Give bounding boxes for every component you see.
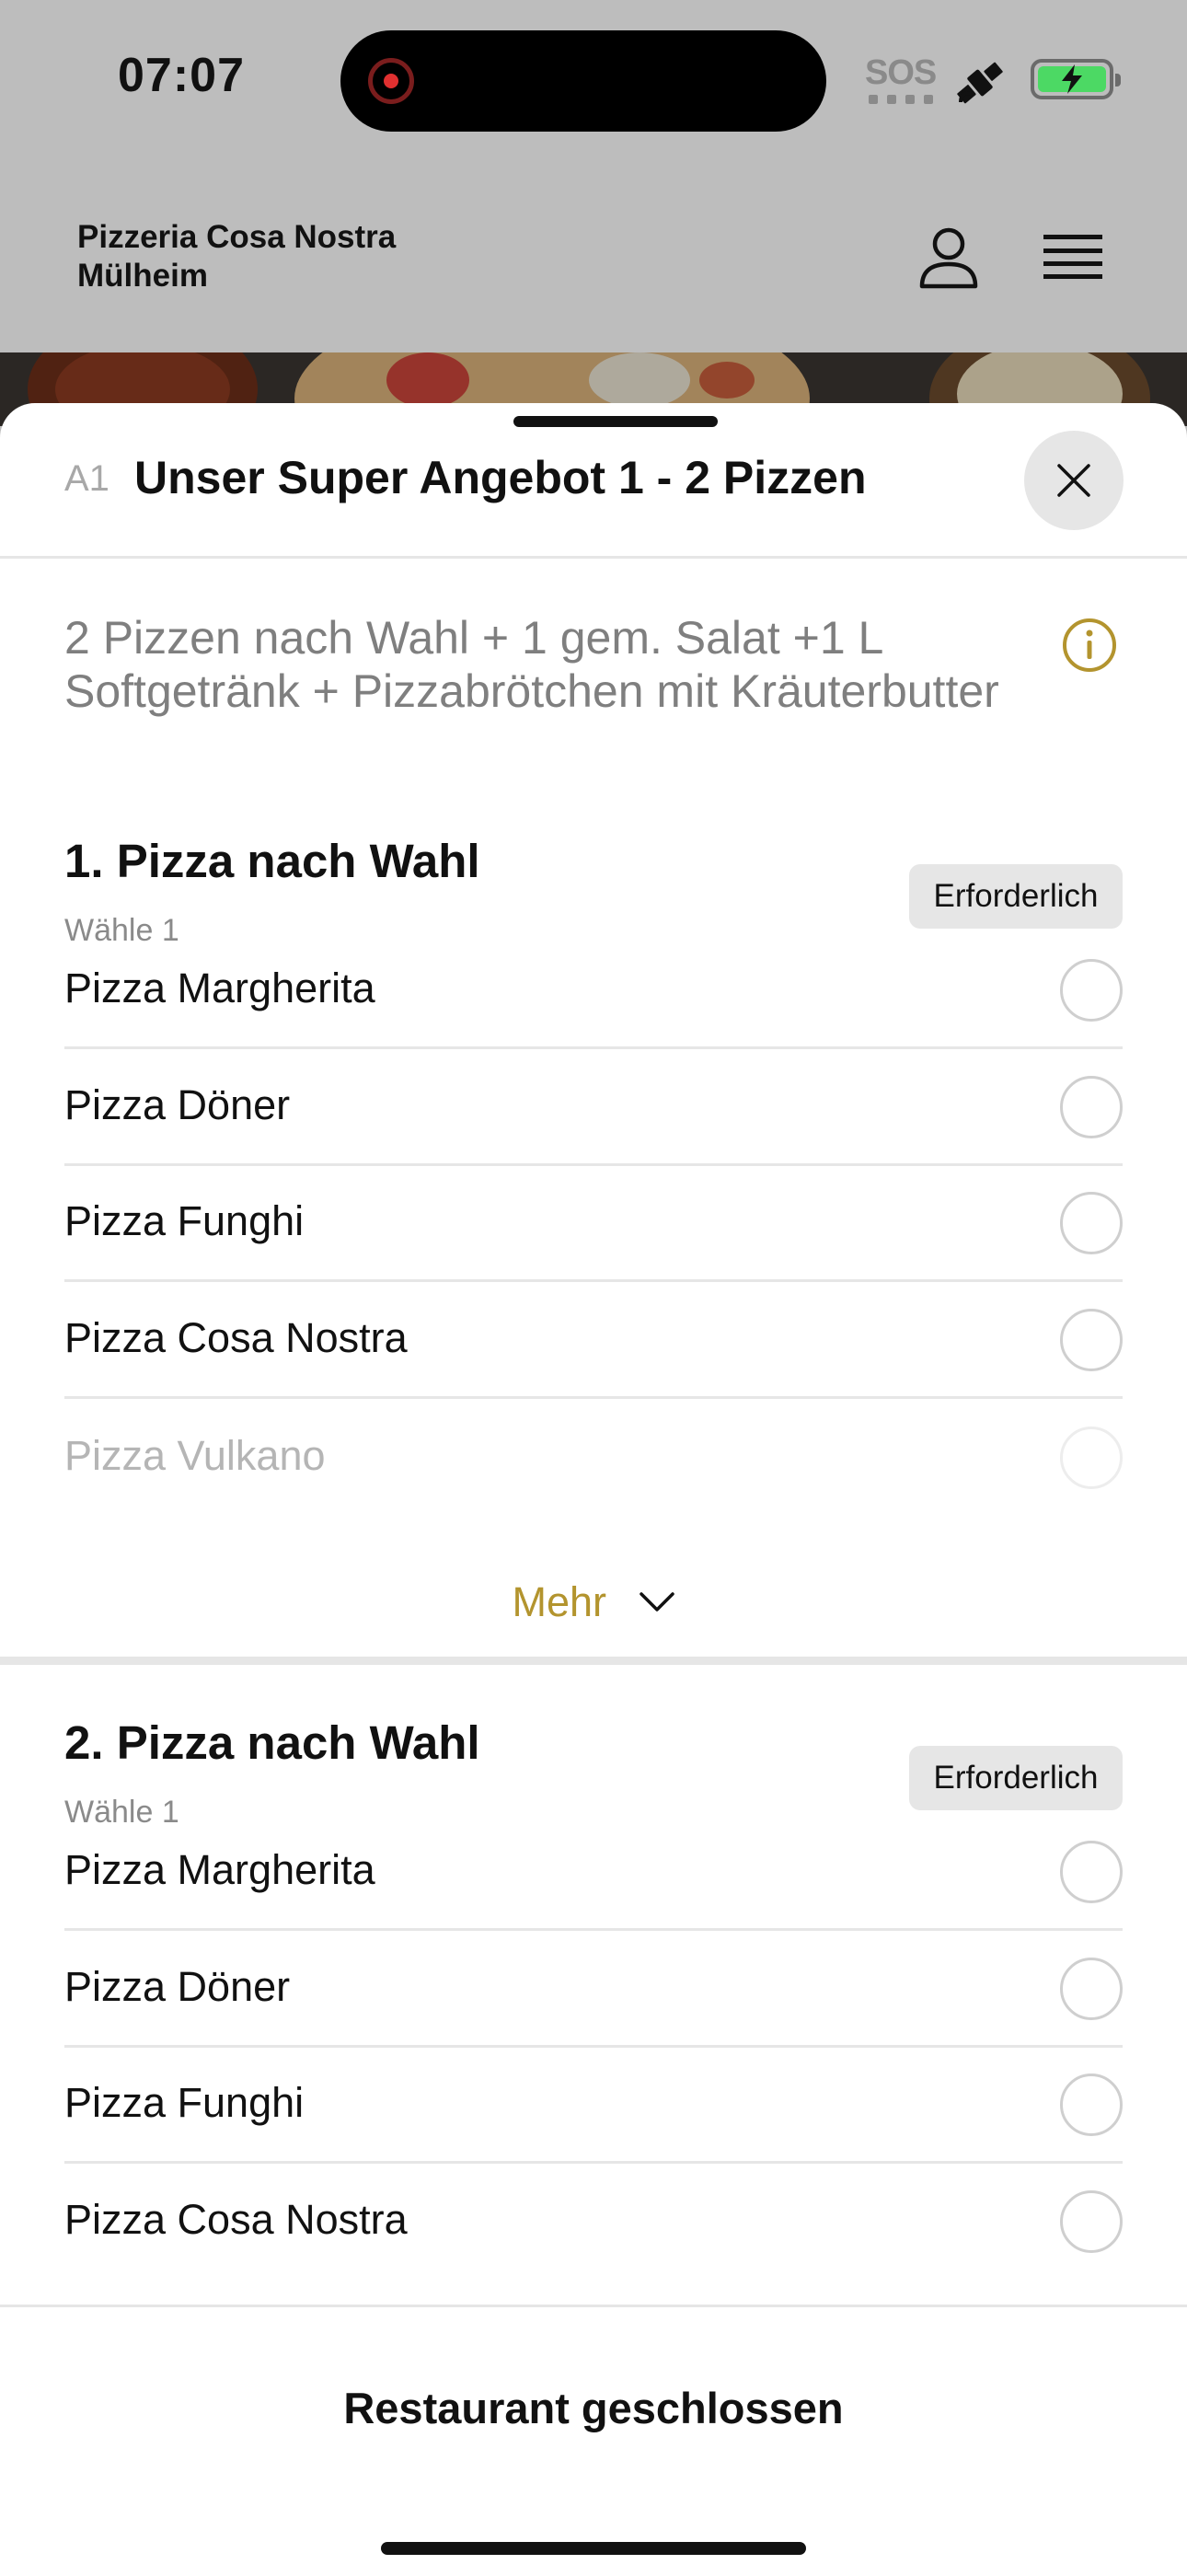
section-title: 2. Pizza nach Wahl (64, 1716, 480, 1769)
radio-button[interactable] (1060, 1841, 1123, 1903)
dynamic-island (340, 30, 826, 132)
option-row[interactable]: Pizza Vulkano (64, 1401, 1123, 1517)
battery-icon (1031, 59, 1121, 99)
footer-bar: Restaurant geschlossen (0, 2305, 1187, 2576)
radio-button[interactable] (1060, 1309, 1123, 1371)
radio-button[interactable] (1060, 2190, 1123, 2253)
option-label: Pizza Cosa Nostra (64, 2196, 408, 2243)
radio-button[interactable] (1060, 1192, 1123, 1254)
option-row[interactable]: Pizza Cosa Nostra (64, 2165, 1123, 2281)
option-row[interactable]: Pizza Funghi (64, 1166, 1123, 1282)
radio-button[interactable] (1060, 2074, 1123, 2136)
required-badge: Erforderlich (909, 1746, 1123, 1810)
user-icon[interactable] (916, 224, 981, 290)
home-indicator[interactable] (381, 2542, 806, 2555)
option-row[interactable]: Pizza Döner (64, 1050, 1123, 1166)
screen-recording-icon (368, 58, 414, 104)
product-detail-sheet: A1 Unser Super Angebot 1 - 2 Pizzen 2 Pi… (0, 403, 1187, 2573)
option-label: Pizza Döner (64, 1081, 291, 1128)
option-label: Pizza Margherita (64, 965, 375, 1011)
required-badge: Erforderlich (909, 864, 1123, 929)
info-icon[interactable] (1061, 617, 1118, 674)
close-icon (1057, 464, 1090, 497)
product-code: A1 (64, 458, 109, 499)
option-row[interactable]: Pizza Funghi (64, 2048, 1123, 2164)
radio-button[interactable] (1060, 1427, 1123, 1489)
restaurant-name[interactable]: Pizzeria Cosa Nostra Mülheim (77, 218, 464, 295)
option-label: Pizza Döner (64, 1963, 291, 2010)
radio-button[interactable] (1060, 1076, 1123, 1138)
app-header: Pizzeria Cosa Nostra Mülheim (0, 161, 1187, 352)
satellite-icon (957, 62, 1003, 104)
option-label: Pizza Cosa Nostra (64, 1314, 408, 1361)
option-row[interactable]: Pizza Döner (64, 1932, 1123, 2048)
option-label: Pizza Funghi (64, 1197, 305, 1244)
product-description: 2 Pizzen nach Wahl + 1 gem. Salat +1 L S… (64, 612, 999, 717)
show-more-button[interactable]: Mehr (0, 1576, 1187, 1626)
option-row[interactable]: Pizza Cosa Nostra (64, 1283, 1123, 1399)
option-label: Pizza Vulkano (64, 1432, 326, 1479)
product-title: Unser Super Angebot 1 - 2 Pizzen (134, 452, 867, 503)
status-bar: 07:07 SOS (0, 0, 1187, 161)
section-divider (0, 1657, 1187, 1665)
restaurant-closed-label: Restaurant geschlossen (343, 2384, 844, 2432)
sheet-header: A1 Unser Super Angebot 1 - 2 Pizzen (0, 403, 1187, 559)
radio-button[interactable] (1060, 1958, 1123, 2020)
radio-button[interactable] (1060, 959, 1123, 1022)
sos-indicator: SOS (865, 53, 937, 92)
option-label: Pizza Margherita (64, 1846, 375, 1893)
close-button[interactable] (1024, 431, 1124, 530)
option-row[interactable]: Pizza Margherita (64, 1815, 1123, 1931)
show-more-label: Mehr (512, 1578, 606, 1626)
hamburger-menu-icon[interactable] (1043, 233, 1102, 281)
option-row[interactable]: Pizza Margherita (64, 933, 1123, 1049)
option-label: Pizza Funghi (64, 2079, 305, 2126)
sos-signal-dots (869, 95, 933, 104)
status-time: 07:07 (118, 49, 245, 102)
chevron-down-icon (639, 1592, 674, 1611)
section-title: 1. Pizza nach Wahl (64, 835, 480, 887)
